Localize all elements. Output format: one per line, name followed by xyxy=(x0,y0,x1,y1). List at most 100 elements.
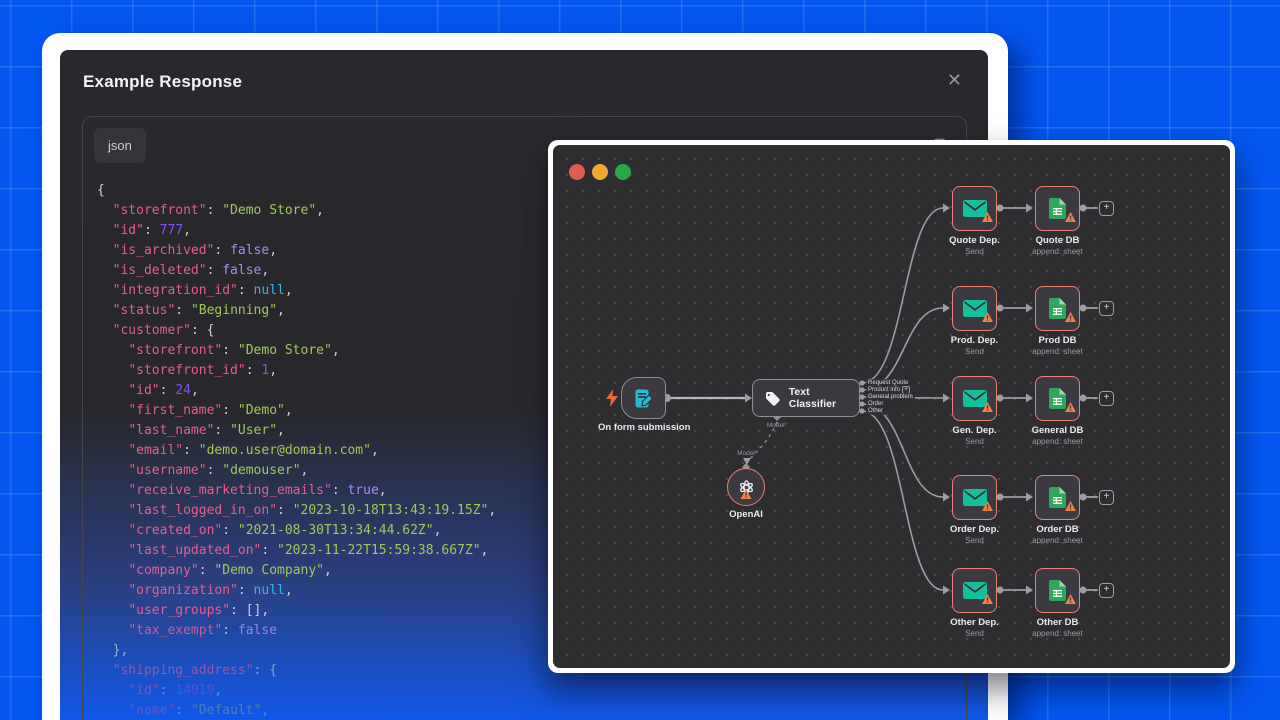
openai-node-label: OpenAI xyxy=(701,509,791,520)
email-node-label: Quote Dep. xyxy=(930,235,1020,246)
code-language-tab[interactable]: json xyxy=(94,128,146,163)
code-line: "storefront": "Demo Store", xyxy=(97,341,496,361)
sheet-node[interactable] xyxy=(1035,376,1080,421)
sheet-node-sublabel: append: sheet xyxy=(1013,247,1103,256)
openai-node[interactable] xyxy=(727,468,765,506)
code-line: "shipping_address": { xyxy=(97,661,496,681)
code-content: { "storefront": "Demo Store", "id": 777,… xyxy=(97,181,496,720)
spreadsheet-icon xyxy=(1049,388,1066,409)
code-line: "integration_id": null, xyxy=(97,281,496,301)
email-node-label: Other Dep. xyxy=(930,617,1020,628)
email-node-label: Prod. Dep. xyxy=(930,335,1020,346)
add-next-node-button[interactable]: + xyxy=(1099,301,1114,316)
code-line: "id": 14019, xyxy=(97,681,496,701)
sheet-node[interactable] xyxy=(1035,286,1080,331)
code-line: "last_name": "User", xyxy=(97,421,496,441)
sheet-node[interactable] xyxy=(1035,186,1080,231)
email-node[interactable] xyxy=(952,376,997,421)
email-node-sublabel: Send xyxy=(930,437,1020,446)
spreadsheet-icon xyxy=(1049,198,1066,219)
classifier-node-label: Text Classifier xyxy=(789,386,859,410)
sheet-node-label: Other DB xyxy=(1013,617,1103,628)
sheet-node-label: General DB xyxy=(1013,425,1103,436)
tag-icon xyxy=(764,391,781,406)
code-line: "first_name": "Demo", xyxy=(97,401,496,421)
window-control-dot[interactable] xyxy=(615,164,631,180)
code-line: "username": "demouser", xyxy=(97,461,496,481)
code-line: }, xyxy=(97,641,496,661)
workflow-canvas[interactable]: On form submission Text Classifier Model… xyxy=(553,145,1230,668)
email-node[interactable] xyxy=(952,286,997,331)
sheet-node[interactable] xyxy=(1035,475,1080,520)
form-icon xyxy=(633,388,654,409)
code-line: "is_deleted": false, xyxy=(97,261,496,281)
email-node[interactable] xyxy=(952,568,997,613)
form-trigger-node[interactable] xyxy=(621,377,666,419)
code-line: "receive_marketing_emails": true, xyxy=(97,481,496,501)
warning-icon xyxy=(982,209,993,227)
email-node[interactable] xyxy=(952,186,997,231)
code-line: "storefront": "Demo Store", xyxy=(97,201,496,221)
warning-icon xyxy=(741,486,752,504)
code-line: "customer": { xyxy=(97,321,496,341)
sheet-node[interactable] xyxy=(1035,568,1080,613)
warning-icon xyxy=(1065,591,1076,609)
code-line: "created_on": "2021-08-30T13:34:44.62Z", xyxy=(97,521,496,541)
add-next-node-button[interactable]: + xyxy=(1099,583,1114,598)
code-line: "user_groups": [], xyxy=(97,601,496,621)
close-icon[interactable]: ✕ xyxy=(947,70,962,91)
openai-model-port-label: Model xyxy=(721,450,771,457)
classifier-output-label: Other xyxy=(866,407,885,415)
code-line: "id": 24, xyxy=(97,381,496,401)
email-node-sublabel: Send xyxy=(930,347,1020,356)
email-node-sublabel: Send xyxy=(930,629,1020,638)
sheet-node-label: Prod DB xyxy=(1013,335,1103,346)
code-line: "storefront_id": 1, xyxy=(97,361,496,381)
warning-icon xyxy=(982,498,993,516)
window-control-dot[interactable] xyxy=(569,164,585,180)
spreadsheet-icon xyxy=(1049,298,1066,319)
email-node-sublabel: Send xyxy=(930,247,1020,256)
window-controls xyxy=(569,164,631,180)
code-line: "status": "Beginning", xyxy=(97,301,496,321)
sheet-node-label: Quote DB xyxy=(1013,235,1103,246)
trigger-node-label: On form submission xyxy=(598,422,688,433)
workflow-window: On form submission Text Classifier Model… xyxy=(548,140,1235,673)
code-line: "last_logged_in_on": "2023-10-18T13:43:1… xyxy=(97,501,496,521)
window-control-dot[interactable] xyxy=(592,164,608,180)
sheet-node-sublabel: append: sheet xyxy=(1013,629,1103,638)
output-label-text: Other xyxy=(868,407,883,415)
warning-icon xyxy=(982,399,993,417)
sheet-node-sublabel: append: sheet xyxy=(1013,437,1103,446)
page-background: Example Response ✕ json { "storefront": … xyxy=(0,0,1280,720)
spreadsheet-icon xyxy=(1049,487,1066,508)
warning-icon xyxy=(1065,309,1076,327)
email-node[interactable] xyxy=(952,475,997,520)
email-node-sublabel: Send xyxy=(930,536,1020,545)
warning-icon xyxy=(982,591,993,609)
code-line: { xyxy=(97,181,496,201)
sheet-node-label: Order DB xyxy=(1013,524,1103,535)
email-node-label: Gen. Dep. xyxy=(930,425,1020,436)
code-line: "id": 777, xyxy=(97,221,496,241)
email-node-label: Order Dep. xyxy=(930,524,1020,535)
warning-icon xyxy=(1065,399,1076,417)
spreadsheet-icon xyxy=(1049,580,1066,601)
warning-icon xyxy=(1065,209,1076,227)
code-line: "name": "Default", xyxy=(97,701,496,720)
code-line: "organization": null, xyxy=(97,581,496,601)
code-line: "last_updated_on": "2023-11-22T15:59:38.… xyxy=(97,541,496,561)
warning-icon xyxy=(1065,498,1076,516)
text-classifier-node[interactable]: Text Classifier xyxy=(752,379,860,417)
trigger-bolt-icon xyxy=(605,389,619,407)
classifier-model-port-label: Model* xyxy=(753,422,801,429)
code-line: "is_archived": false, xyxy=(97,241,496,261)
add-next-node-button[interactable]: + xyxy=(1099,201,1114,216)
sheet-node-sublabel: append: sheet xyxy=(1013,347,1103,356)
code-line: "tax_exempt": false xyxy=(97,621,496,641)
code-line: "company": "Demo Company", xyxy=(97,561,496,581)
add-next-node-button[interactable]: + xyxy=(1099,490,1114,505)
add-next-node-button[interactable]: + xyxy=(1099,391,1114,406)
code-line: "email": "demo.user@domain.com", xyxy=(97,441,496,461)
modal-title: Example Response xyxy=(83,72,242,92)
